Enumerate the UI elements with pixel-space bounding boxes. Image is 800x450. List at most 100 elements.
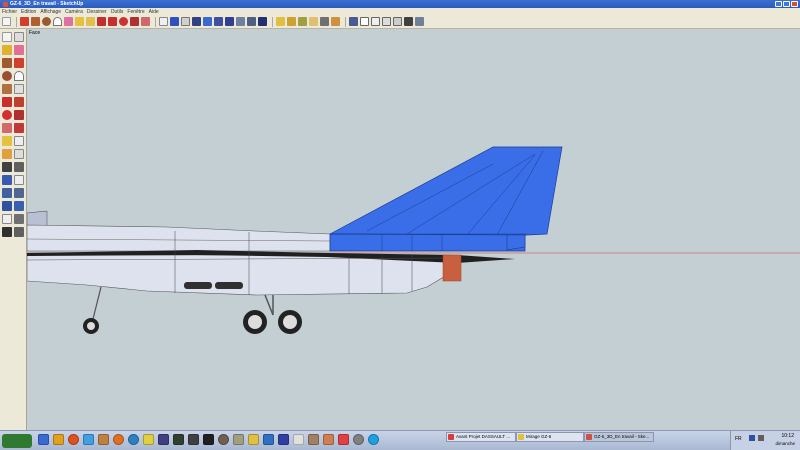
folder-icon[interactable] <box>233 434 244 445</box>
menu-affichage[interactable]: Affichage <box>40 9 61 15</box>
move-icon[interactable] <box>108 17 117 26</box>
rotate-icon[interactable] <box>2 110 12 120</box>
menu-fichier[interactable]: Fichier <box>2 9 17 15</box>
back-view-icon[interactable] <box>393 17 402 26</box>
modeling-viewport[interactable]: Face <box>27 29 800 430</box>
scale-icon[interactable] <box>2 123 12 133</box>
follow-me-icon[interactable] <box>130 17 139 26</box>
globe-icon[interactable] <box>128 434 139 445</box>
position-camera-icon[interactable] <box>2 214 12 224</box>
menu-edition[interactable]: Edition <box>21 9 36 15</box>
walk-icon[interactable] <box>298 17 307 26</box>
protractor-icon[interactable] <box>181 17 190 26</box>
push-pull-icon[interactable] <box>97 17 106 26</box>
circle-icon[interactable] <box>2 71 12 81</box>
previous-view-icon[interactable] <box>14 201 24 211</box>
media-player-icon[interactable] <box>53 434 64 445</box>
left-view-icon[interactable] <box>404 17 413 26</box>
polygon-icon[interactable] <box>2 84 12 94</box>
circle-icon[interactable] <box>42 17 51 26</box>
axes-icon[interactable] <box>203 17 212 26</box>
firefox-icon[interactable] <box>113 434 124 445</box>
3d-text-icon[interactable] <box>14 162 24 172</box>
tool-icon[interactable] <box>203 434 214 445</box>
volume-icon[interactable] <box>758 435 764 441</box>
axes-icon[interactable] <box>2 162 12 172</box>
photo-icon[interactable] <box>308 434 319 445</box>
start-button[interactable] <box>2 434 32 448</box>
media-icon[interactable] <box>173 434 184 445</box>
zoom-window-icon[interactable] <box>14 188 24 198</box>
plane-icon[interactable] <box>263 434 274 445</box>
document-icon[interactable] <box>293 434 304 445</box>
zoom-icon[interactable] <box>2 188 12 198</box>
scale-icon[interactable] <box>141 17 150 26</box>
eraser-icon[interactable] <box>64 17 73 26</box>
monitor-icon[interactable] <box>278 434 289 445</box>
dimension-icon[interactable] <box>14 136 24 146</box>
line-icon[interactable] <box>14 58 24 68</box>
next-view-icon[interactable] <box>287 17 296 26</box>
app-icon[interactable] <box>143 434 154 445</box>
clock[interactable]: 10:12 <box>781 433 794 439</box>
text-icon[interactable] <box>192 17 201 26</box>
arc-icon[interactable] <box>53 17 62 26</box>
follow-me-icon[interactable] <box>14 110 24 120</box>
walk-icon[interactable] <box>2 227 12 237</box>
arrow-icon[interactable] <box>248 434 259 445</box>
menu-fenetre[interactable]: Fenêtre <box>127 9 144 15</box>
eraser-icon[interactable] <box>14 45 24 55</box>
push-pull-icon[interactable] <box>14 97 24 107</box>
xray-icon[interactable] <box>415 17 424 26</box>
language-indicator[interactable]: FR <box>735 436 742 442</box>
select-icon[interactable] <box>2 32 12 42</box>
previous-view-icon[interactable] <box>276 17 285 26</box>
menu-camera[interactable]: Caméra <box>65 9 83 15</box>
show-desktop-icon[interactable] <box>38 434 49 445</box>
taskbar-button-mirage[interactable]: Mirage GZ-6 <box>516 432 584 442</box>
rectangle-icon[interactable] <box>2 58 12 68</box>
move-icon[interactable] <box>2 97 12 107</box>
ts-icon[interactable] <box>158 434 169 445</box>
protractor-icon[interactable] <box>2 149 12 159</box>
tape-icon[interactable] <box>75 17 84 26</box>
text-icon[interactable] <box>14 149 24 159</box>
disc-icon[interactable] <box>353 434 364 445</box>
paint-bucket-icon[interactable] <box>2 45 12 55</box>
select-icon[interactable] <box>2 17 11 26</box>
taskbar-button-sketchup[interactable]: GZ-6_3D_En travail - Ske... <box>584 432 654 442</box>
network-icon[interactable] <box>83 434 94 445</box>
paint-bucket-icon[interactable] <box>86 17 95 26</box>
pen-icon[interactable] <box>338 434 349 445</box>
pan-icon[interactable] <box>225 17 234 26</box>
orbit-icon[interactable] <box>214 17 223 26</box>
look-around-icon[interactable] <box>309 17 318 26</box>
utility-icon[interactable] <box>98 434 109 445</box>
tray-icon[interactable] <box>749 435 755 441</box>
settings-icon[interactable] <box>188 434 199 445</box>
offset-icon[interactable] <box>14 123 24 133</box>
tape-icon[interactable] <box>2 136 12 146</box>
orbit-icon[interactable] <box>2 175 12 185</box>
zoom-extents-icon[interactable] <box>2 201 12 211</box>
maximize-button[interactable] <box>783 1 790 7</box>
section-plane-icon[interactable] <box>331 17 340 26</box>
dimension-icon[interactable] <box>170 17 179 26</box>
iso-view-icon[interactable] <box>349 17 358 26</box>
look-around-icon[interactable] <box>14 214 24 224</box>
arc-icon[interactable] <box>14 71 24 81</box>
top-view-icon[interactable] <box>360 17 369 26</box>
browser-icon[interactable] <box>68 434 79 445</box>
skype-icon[interactable] <box>368 434 379 445</box>
pan-icon[interactable] <box>14 175 24 185</box>
sphere-icon[interactable] <box>218 434 229 445</box>
section-plane-icon[interactable] <box>14 227 24 237</box>
rotate-icon[interactable] <box>119 17 128 26</box>
zoom-window-icon[interactable] <box>247 17 256 26</box>
offset-icon[interactable] <box>159 17 168 26</box>
menu-outils[interactable]: Outils <box>111 9 124 15</box>
pencil-icon[interactable] <box>20 17 29 26</box>
front-view-icon[interactable] <box>371 17 380 26</box>
people-icon[interactable] <box>323 434 334 445</box>
zoom-extents-icon[interactable] <box>258 17 267 26</box>
